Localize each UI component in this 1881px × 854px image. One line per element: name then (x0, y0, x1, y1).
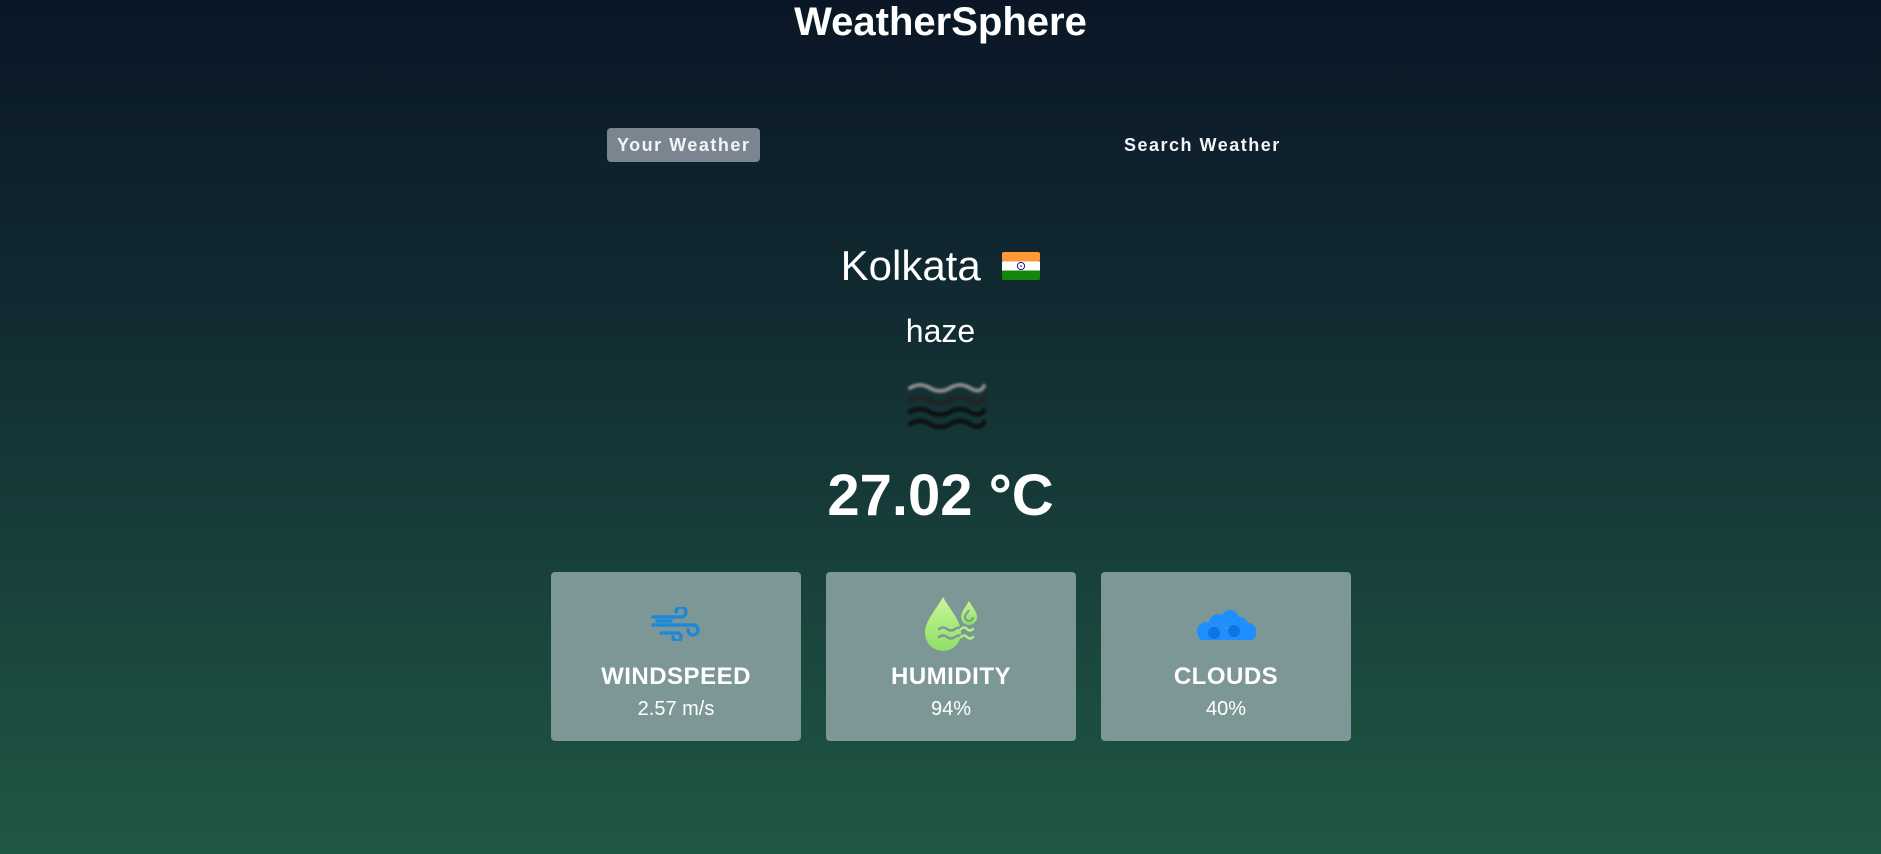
location-row: Kolkata (0, 238, 1881, 294)
humidity-label: HUMIDITY (891, 663, 1011, 690)
windspeed-card: WINDSPEED 2.57 m/s (551, 572, 801, 741)
humidity-value: 94% (930, 698, 972, 720)
city-name: Kolkata (840, 242, 981, 289)
clouds-card: CLOUDS 40% (1101, 572, 1351, 741)
haze-icon (908, 383, 986, 429)
weather-condition: haze (905, 313, 976, 349)
temperature-value: 27.02 °C (827, 463, 1054, 528)
humidity-card: HUMIDITY 94% (826, 572, 1076, 741)
wind-icon (651, 607, 700, 641)
humidity-drops-icon (925, 597, 977, 651)
clouds-label: CLOUDS (1173, 663, 1279, 690)
clouds-value: 40% (1205, 698, 1247, 720)
windspeed-value: 2.57 m/s (637, 698, 715, 720)
clouds-icon (1197, 610, 1256, 640)
india-flag-icon (1002, 251, 1041, 280)
tab-your-weather[interactable]: Your Weather (607, 128, 761, 162)
app-title: WeatherSphere (794, 0, 1087, 44)
tab-search-weather[interactable]: Search Weather (1114, 128, 1291, 162)
windspeed-label: WINDSPEED (601, 663, 751, 690)
